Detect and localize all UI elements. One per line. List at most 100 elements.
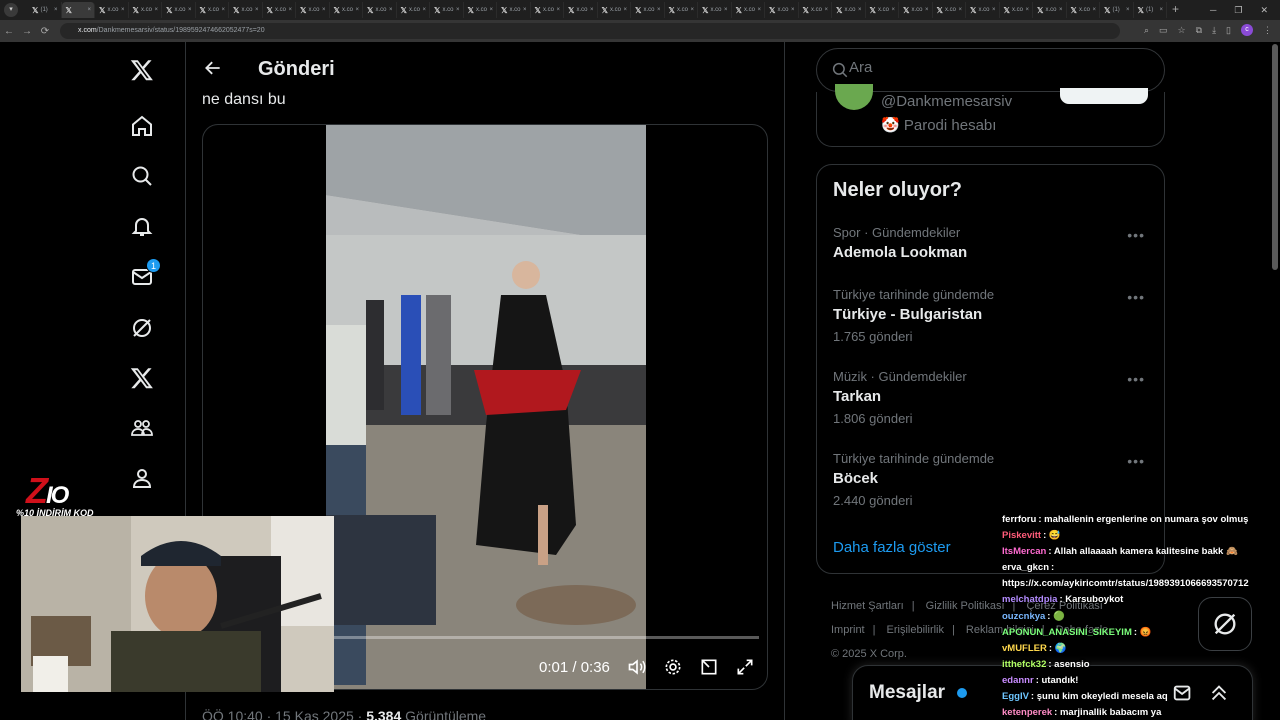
tab-close-icon[interactable]: × — [188, 7, 192, 13]
browser-tab[interactable]: 𝕏x.co × — [1000, 2, 1033, 18]
browser-tab[interactable]: 𝕏x.co × — [832, 2, 866, 18]
browser-tab[interactable]: 𝕏x.co × — [531, 2, 564, 18]
browser-tab[interactable]: 𝕏x.co × — [765, 2, 799, 18]
tab-close-icon[interactable]: × — [54, 7, 58, 13]
bookmark-star-icon[interactable]: ☆ — [1178, 25, 1186, 36]
communities-icon[interactable] — [127, 413, 157, 443]
download-icon[interactable]: ⤓ — [1212, 25, 1216, 36]
browser-tab[interactable]: 𝕏x.co × — [263, 2, 296, 18]
tab-close-icon[interactable]: × — [355, 7, 359, 13]
tab-close-icon[interactable]: × — [690, 7, 694, 13]
browser-tab[interactable]: 𝕏 (1) × — [1134, 2, 1167, 18]
tab-close-icon[interactable]: × — [87, 7, 91, 13]
tab-close-icon[interactable]: × — [1126, 7, 1130, 13]
browser-tab[interactable]: 𝕏x.co × — [966, 2, 1000, 18]
post-timestamp[interactable]: ÖÖ 10:40 · 15 Kas 2025 · — [202, 708, 366, 720]
settings-gear-icon[interactable] — [663, 657, 685, 679]
volume-icon[interactable] — [627, 657, 649, 679]
browser-tab[interactable]: 𝕏 (1) × — [1100, 2, 1134, 18]
messages-envelope-icon[interactable]: 1 — [127, 258, 161, 292]
page-scrollbar[interactable] — [1272, 44, 1278, 270]
fullscreen-icon[interactable] — [735, 657, 757, 679]
tab-close-icon[interactable]: × — [322, 7, 326, 13]
video-frame[interactable] — [326, 125, 646, 689]
premium-x-icon[interactable] — [127, 363, 157, 393]
tab-close-icon[interactable]: × — [255, 7, 259, 13]
new-tab-icon[interactable]: + — [1172, 2, 1179, 16]
tab-close-icon[interactable]: × — [456, 7, 460, 13]
more-options-icon[interactable]: ••• — [1127, 289, 1145, 305]
trend-item[interactable]: Spor · Gündemdekiler Ademola Lookman ••• — [833, 225, 1153, 261]
tab-close-icon[interactable]: × — [623, 7, 627, 13]
tab-close-icon[interactable]: × — [556, 7, 560, 13]
browser-tab[interactable]: 𝕏x.co × — [430, 2, 464, 18]
more-options-icon[interactable]: ••• — [1127, 453, 1145, 469]
grok-icon[interactable] — [127, 313, 157, 343]
trend-item[interactable]: Türkiye tarihinde gündemde Türkiye - Bul… — [833, 287, 1153, 344]
tab-close-icon[interactable]: × — [389, 7, 393, 13]
browser-tab[interactable]: 𝕏x.co × — [196, 2, 229, 18]
minimize-icon[interactable]: ─ — [1210, 5, 1216, 15]
browser-tab[interactable]: 𝕏x.co × — [363, 2, 397, 18]
browser-tab[interactable]: 𝕏x.co × — [464, 2, 497, 18]
browser-tab[interactable]: 𝕏x.co × — [296, 2, 330, 18]
browser-tab[interactable]: 𝕏x.co × — [665, 2, 698, 18]
tab-close-icon[interactable]: × — [925, 7, 929, 13]
browser-tab[interactable]: 𝕏x.co × — [564, 2, 598, 18]
back-icon[interactable]: ← — [0, 26, 18, 37]
tab-close-icon[interactable]: × — [757, 7, 761, 13]
browser-tab[interactable]: 𝕏x.co × — [799, 2, 832, 18]
profile-card-handle[interactable]: @Dankmemesarsiv — [881, 93, 1012, 110]
tab-close-icon[interactable]: × — [657, 7, 661, 13]
browser-tab[interactable]: 𝕏x.co × — [631, 2, 665, 18]
footer-link-terms[interactable]: Hizmet Şartları — [831, 600, 904, 612]
more-options-icon[interactable]: ••• — [1127, 371, 1145, 387]
tab-close-icon[interactable]: × — [858, 7, 862, 13]
tab-close-icon[interactable]: × — [288, 7, 292, 13]
address-bar[interactable]: x.com/Dankmemesarsiv/status/198959247466… — [60, 23, 1120, 39]
footer-link-privacy[interactable]: Gizlilik Politikası — [926, 600, 1005, 612]
tab-close-icon[interactable]: × — [724, 7, 728, 13]
back-arrow-icon[interactable] — [203, 58, 223, 78]
browser-tab[interactable]: 𝕏 × — [61, 2, 95, 18]
footer-link-imprint[interactable]: Imprint — [831, 624, 865, 636]
tab-close-icon[interactable]: × — [221, 7, 225, 13]
tab-close-icon[interactable]: × — [489, 7, 493, 13]
browser-tab[interactable]: 𝕏x.co × — [598, 2, 631, 18]
reload-icon[interactable]: ⟳ — [36, 26, 54, 37]
more-options-icon[interactable]: ••• — [1127, 227, 1145, 243]
browser-tab[interactable]: 𝕏x.co × — [397, 2, 430, 18]
browser-tab[interactable]: 𝕏x.co × — [732, 2, 765, 18]
tab-close-icon[interactable]: × — [992, 7, 996, 13]
browser-tab[interactable]: 𝕏x.co × — [1067, 2, 1100, 18]
tab-close-icon[interactable]: × — [791, 7, 795, 13]
profile-card-avatar[interactable] — [835, 84, 873, 110]
profile-avatar[interactable]: c — [1241, 24, 1253, 36]
browser-tab[interactable]: 𝕏x.co × — [1033, 2, 1067, 18]
tab-close-icon[interactable]: × — [590, 7, 594, 13]
browser-tab[interactable]: 𝕏x.co × — [497, 2, 531, 18]
browser-tab[interactable]: 𝕏x.co × — [698, 2, 732, 18]
browser-tab[interactable]: 𝕏x.co × — [899, 2, 933, 18]
sidebar-icon[interactable]: ▯ — [1226, 25, 1231, 36]
footer-link-accessibility[interactable]: Erişilebilirlik — [887, 624, 944, 636]
tab-close-icon[interactable]: × — [154, 7, 158, 13]
follow-button[interactable] — [1060, 88, 1148, 104]
browser-tab[interactable]: 𝕏x.co × — [129, 2, 162, 18]
tab-search-chevron-icon[interactable]: ▾ — [4, 3, 18, 17]
tab-close-icon[interactable]: × — [1159, 7, 1163, 13]
tab-close-icon[interactable]: × — [824, 7, 828, 13]
trend-item[interactable]: Türkiye tarihinde gündemde Böcek 2.440 g… — [833, 451, 1153, 508]
cast-icon[interactable]: ▭ — [1159, 25, 1168, 36]
forward-icon[interactable]: → — [18, 26, 36, 37]
close-window-icon[interactable]: ✕ — [1260, 5, 1268, 16]
show-more-link[interactable]: Daha fazla göster — [833, 539, 951, 556]
browser-tab[interactable]: 𝕏x.co × — [162, 2, 196, 18]
tab-close-icon[interactable]: × — [958, 7, 962, 13]
tab-close-icon[interactable]: × — [1092, 7, 1096, 13]
tab-close-icon[interactable]: × — [422, 7, 426, 13]
restore-icon[interactable]: ❐ — [1234, 5, 1242, 16]
browser-tab[interactable]: 𝕏x.co × — [933, 2, 966, 18]
extensions-icon[interactable]: ⧉ — [1196, 25, 1202, 36]
zoom-icon[interactable]: ⌕ — [1144, 25, 1149, 36]
